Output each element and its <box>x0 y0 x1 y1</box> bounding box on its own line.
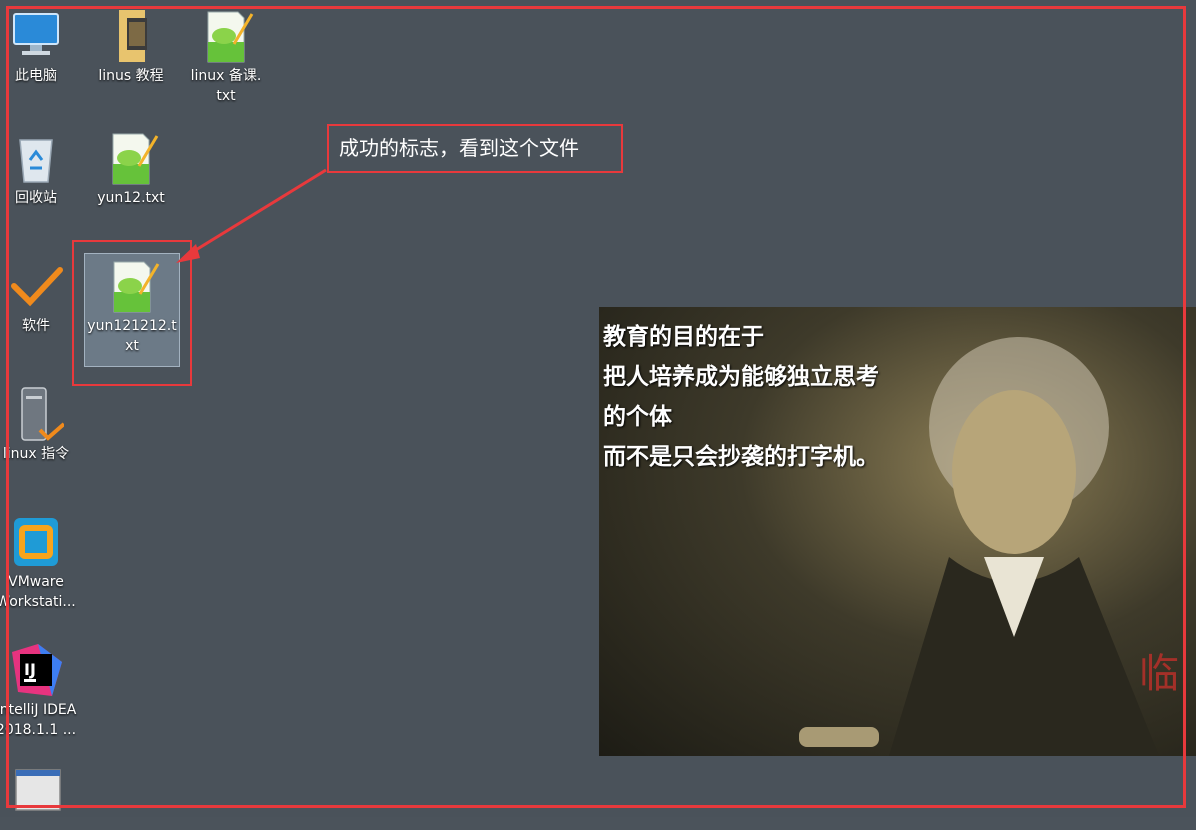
quote-line: 把人培养成为能够独立思考 <box>603 363 879 390</box>
quote-text: 教育的目的在于 把人培养成为能够独立思考 的个体 而不是只会抄袭的打字机。 <box>603 317 879 477</box>
quote-line: 而不是只会抄袭的打字机。 <box>603 443 879 470</box>
quote-line: 的个体 <box>603 403 672 430</box>
wallpaper-poster: 临 教育的目的在于 把人培养成为能够独立思考 的个体 而不是只会抄袭的打字机。 <box>599 307 1196 756</box>
quote-line: 教育的目的在于 <box>603 323 764 350</box>
arrowhead-icon <box>176 244 200 263</box>
svg-text:临: 临 <box>1139 651 1179 697</box>
desktop-background: 此电脑 回收站 软件 linux 指令 VMware Workstati... … <box>0 0 1196 817</box>
